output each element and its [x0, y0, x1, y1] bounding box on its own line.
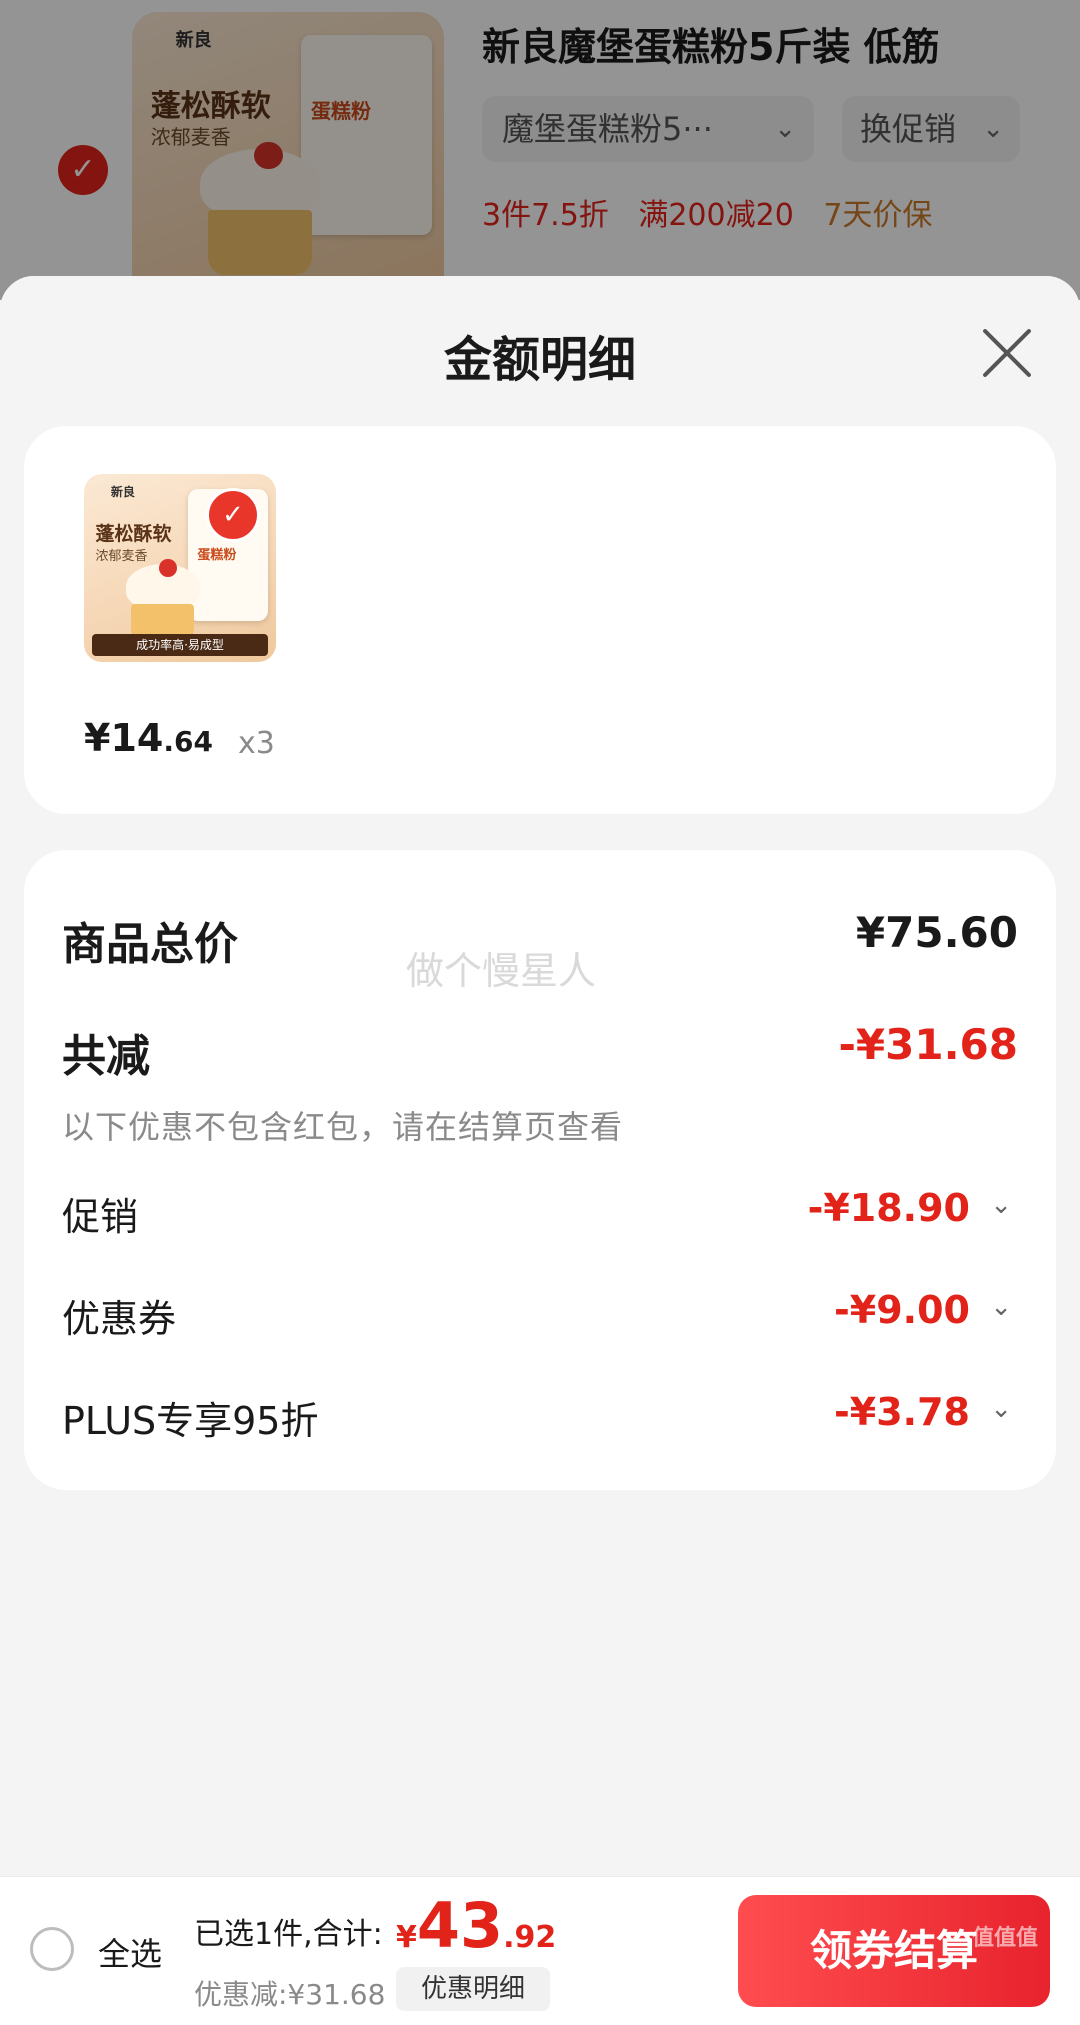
checked-icon: ✓	[206, 488, 260, 542]
sheet-title: 金额明细	[443, 332, 636, 388]
bag-text: 蛋糕粉	[197, 548, 237, 564]
close-icon[interactable]	[980, 326, 1034, 380]
reduction-note: 以下优惠不包含红包，请在结算页查看	[62, 1108, 624, 1146]
unit-price: ¥14.64	[84, 716, 213, 760]
discount-value: -¥18.90	[807, 1186, 970, 1230]
price-integer: ¥14	[84, 716, 164, 760]
total-integer: 43	[416, 1889, 504, 1962]
corner-watermark: 值值值	[971, 1926, 1038, 1951]
total-reduction-label: 共减	[62, 1031, 150, 1082]
discount-label: PLUS专享95折	[62, 1399, 319, 1443]
discount-label: 促销	[62, 1195, 139, 1239]
claim-coupon-checkout-button[interactable]: 领券结算 值值值	[738, 1895, 1050, 2007]
product-card: 蓬松酥软 浓郁麦香 新良 蛋糕粉 成功率高·易成型 ✓ ¥14.64 x3	[24, 426, 1056, 814]
chevron-down-icon[interactable]: ⌄	[990, 1190, 1012, 1220]
total-decimal: .92	[503, 1920, 557, 1955]
price-decimal: .64	[163, 725, 213, 758]
discount-label: 优惠券	[62, 1297, 177, 1341]
total-reduction-value: -¥31.68	[838, 1020, 1018, 1069]
select-all-radio[interactable]	[30, 1927, 74, 1971]
quantity: x3	[238, 726, 275, 761]
brand-logo: 新良	[110, 485, 135, 500]
image-headline: 蓬松酥软	[95, 523, 172, 546]
modal-backdrop[interactable]	[0, 0, 1080, 300]
goods-total-label: 商品总价	[62, 919, 238, 970]
discount-summary: 优惠减:¥31.68	[194, 1978, 386, 2011]
watermark: 做个慢星人	[406, 949, 597, 993]
image-banner: 成功率高·易成型	[91, 633, 269, 657]
selected-summary: 已选1件,合计:	[194, 1917, 383, 1952]
checkout-label: 领券结算	[809, 1926, 978, 1975]
total-currency: ¥	[396, 1920, 417, 1955]
total-amount: ¥43.92	[396, 1889, 556, 1962]
checkout-bar: 全选 已选1件,合计: ¥43.92 优惠减:¥31.68 优惠明细 领券结算 …	[0, 1876, 1080, 2025]
select-all-label[interactable]: 全选	[98, 1929, 162, 1975]
sheet-header: 金额明细	[0, 276, 1080, 426]
chevron-down-icon[interactable]: ⌄	[990, 1292, 1012, 1322]
chevron-down-icon[interactable]: ⌄	[990, 1394, 1012, 1424]
amount-detail-sheet: 金额明细 蓬松酥软 浓郁麦香 新良 蛋糕粉 成功率高·易成型 ✓ ¥14.64 …	[0, 276, 1080, 1876]
image-subtext: 浓郁麦香	[95, 549, 148, 565]
discount-detail-button[interactable]: 优惠明细	[396, 1967, 550, 2011]
goods-total-value: ¥75.60	[855, 908, 1018, 957]
